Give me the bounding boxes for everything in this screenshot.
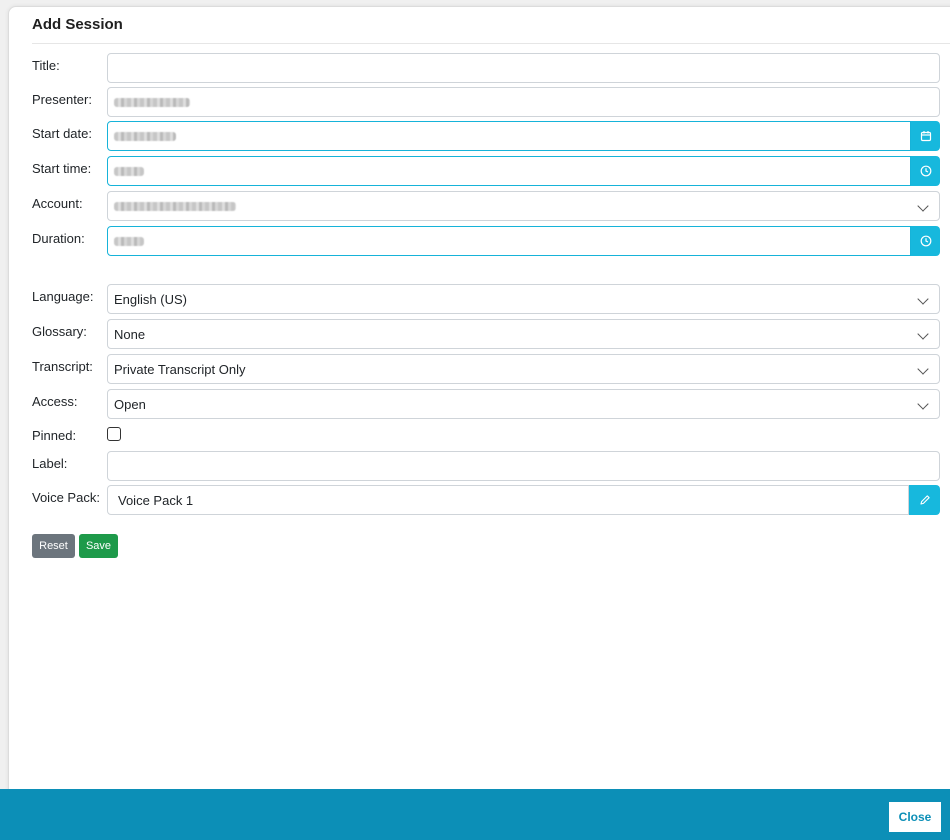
reset-button[interactable]: Reset xyxy=(32,534,75,558)
glossary-label: Glossary: xyxy=(32,324,87,339)
duration-picker-button[interactable] xyxy=(911,226,940,256)
label-input[interactable] xyxy=(107,451,940,481)
start-time-label: Start time: xyxy=(32,161,92,176)
duration-redacted-value xyxy=(114,236,144,246)
label-field-label: Label: xyxy=(32,456,68,471)
start-date-input[interactable] xyxy=(107,121,911,151)
duration-label: Duration: xyxy=(32,231,85,246)
chevron-down-icon xyxy=(917,398,929,410)
start-time-picker-button[interactable] xyxy=(911,156,940,186)
duration-input[interactable] xyxy=(107,226,911,256)
start-date-redacted-value xyxy=(114,131,176,141)
start-date-picker-button[interactable] xyxy=(911,121,940,151)
dialog-footer xyxy=(0,789,950,840)
transcript-label: Transcript: xyxy=(32,359,93,374)
presenter-label: Presenter: xyxy=(32,92,92,107)
voice-pack-field[interactable]: Voice Pack 1 xyxy=(107,485,909,515)
account-select[interactable] xyxy=(107,191,940,221)
start-time-input[interactable] xyxy=(107,156,911,186)
language-label: Language: xyxy=(32,289,94,304)
title-label: Title: xyxy=(32,58,60,73)
presenter-input[interactable] xyxy=(107,87,940,117)
voice-pack-label: Voice Pack: xyxy=(32,490,100,505)
voice-pack-edit-button[interactable] xyxy=(909,485,940,515)
close-button[interactable]: Close xyxy=(889,802,941,832)
pinned-label: Pinned: xyxy=(32,428,77,443)
pinned-checkbox[interactable] xyxy=(107,427,121,441)
access-label: Access: xyxy=(32,394,78,409)
account-redacted-value xyxy=(114,201,236,211)
dialog-title: Add Session xyxy=(32,16,123,33)
title-input[interactable] xyxy=(107,53,940,83)
presenter-redacted-value xyxy=(114,97,190,107)
calendar-icon xyxy=(920,130,932,142)
chevron-down-icon xyxy=(917,293,929,305)
language-value: English (US) xyxy=(114,291,187,307)
glossary-select[interactable]: None xyxy=(107,319,940,349)
chevron-down-icon xyxy=(917,328,929,340)
language-select[interactable]: English (US) xyxy=(107,284,940,314)
access-select[interactable]: Open xyxy=(107,389,940,419)
transcript-select[interactable]: Private Transcript Only xyxy=(107,354,940,384)
start-time-redacted-value xyxy=(114,166,144,176)
clock-icon xyxy=(920,235,932,247)
chevron-down-icon xyxy=(917,200,929,212)
title-divider xyxy=(32,43,950,44)
clock-icon xyxy=(920,165,932,177)
transcript-value: Private Transcript Only xyxy=(114,361,246,377)
account-label: Account: xyxy=(32,196,83,211)
start-date-label: Start date: xyxy=(32,126,92,141)
voice-pack-value: Voice Pack 1 xyxy=(118,492,194,508)
save-button[interactable]: Save xyxy=(79,534,118,558)
glossary-value: None xyxy=(114,326,146,342)
access-value: Open xyxy=(114,396,146,412)
pencil-icon xyxy=(919,494,931,506)
chevron-down-icon xyxy=(917,363,929,375)
